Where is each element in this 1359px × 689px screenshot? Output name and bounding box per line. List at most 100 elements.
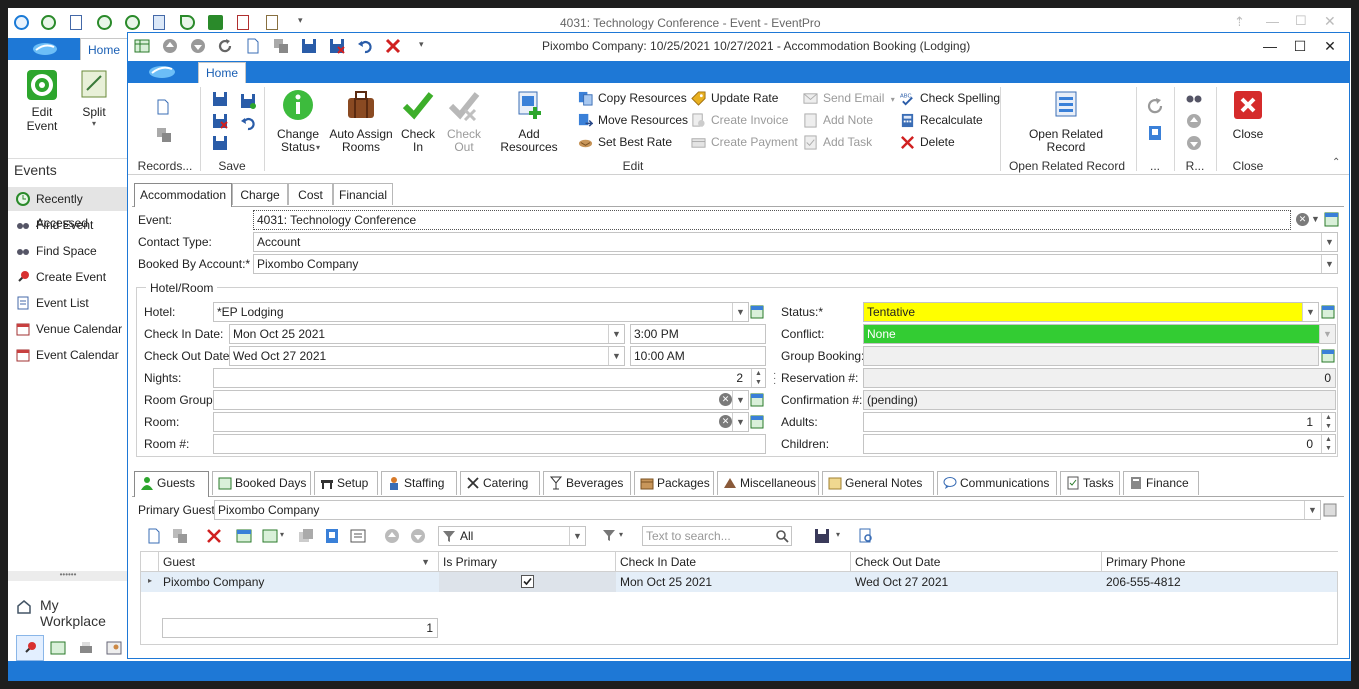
tab-general-notes[interactable]: General Notes bbox=[822, 471, 934, 495]
column-chooser-icon[interactable] bbox=[262, 528, 278, 544]
room-select[interactable]: ✕ ▼ bbox=[213, 412, 749, 432]
nav-item-event-list[interactable]: Event List bbox=[8, 291, 128, 315]
printer-icon[interactable] bbox=[78, 641, 94, 655]
open-record-icon[interactable] bbox=[1324, 212, 1339, 227]
tab-staffing[interactable]: Staffing bbox=[381, 471, 457, 495]
tab-setup[interactable]: Setup bbox=[314, 471, 378, 495]
column-header-check-in-date[interactable]: Check In Date bbox=[616, 552, 851, 572]
room-group-select[interactable]: ✕ ▼ bbox=[213, 390, 749, 410]
clipboard-icon[interactable] bbox=[266, 15, 278, 30]
table-row[interactable]: ▸ Pixombo Company Mon Oct 25 2021 Wed Oc… bbox=[141, 572, 1337, 592]
down-arrow-icon[interactable] bbox=[410, 528, 426, 544]
copy-icon[interactable] bbox=[172, 528, 188, 544]
refresh-icon[interactable] bbox=[180, 15, 195, 30]
document-icon[interactable] bbox=[70, 15, 82, 30]
open-record-icon[interactable] bbox=[750, 415, 764, 429]
column-header-is-primary[interactable]: Is Primary bbox=[439, 552, 616, 572]
layout-icon[interactable] bbox=[298, 528, 314, 544]
app-logo-icon[interactable] bbox=[32, 41, 58, 57]
calendar-icon[interactable] bbox=[237, 15, 249, 30]
tab-miscellaneous[interactable]: Miscellaneous bbox=[717, 471, 819, 495]
column-header-check-out-date[interactable]: Check Out Date bbox=[851, 552, 1102, 572]
column-header-primary-phone[interactable]: Primary Phone bbox=[1102, 552, 1338, 572]
nav-item-venue-calendar[interactable]: Venue Calendar bbox=[8, 317, 128, 341]
tab-guests[interactable]: Guests bbox=[134, 471, 209, 497]
open-record-icon[interactable] bbox=[750, 393, 764, 407]
app-logo-icon[interactable] bbox=[14, 15, 29, 30]
splitter-handle[interactable]: · · · bbox=[773, 369, 776, 389]
reservation-number-field[interactable]: 0 bbox=[863, 368, 1336, 388]
search-input[interactable]: Text to search... bbox=[642, 526, 792, 546]
clear-icon[interactable]: ✕ bbox=[719, 415, 732, 428]
children-field[interactable]: 0 ▲ ▼ bbox=[863, 434, 1336, 454]
checkbox-checked-icon[interactable] bbox=[521, 575, 534, 588]
open-record-icon[interactable] bbox=[750, 305, 764, 319]
nights-field[interactable]: 2 ▲ ▼ bbox=[213, 368, 766, 388]
clock-icon[interactable] bbox=[125, 15, 140, 30]
filter-select[interactable]: All ▼ bbox=[438, 526, 586, 546]
preview-icon[interactable] bbox=[350, 528, 366, 544]
open-record-icon[interactable] bbox=[1321, 305, 1335, 319]
person-card-icon[interactable] bbox=[106, 641, 122, 655]
nights-spinner[interactable]: ▲ ▼ bbox=[751, 369, 765, 387]
tab-packages[interactable]: Packages bbox=[634, 471, 714, 495]
save-dropdown-icon[interactable]: ▾ bbox=[836, 530, 840, 539]
group-booking-field[interactable] bbox=[863, 346, 1319, 366]
workplace-pin-button[interactable] bbox=[16, 635, 44, 661]
filter-icon[interactable] bbox=[602, 528, 618, 544]
check-in-date-field[interactable]: Mon Oct 25 2021 ▼ bbox=[229, 324, 625, 344]
nav-item-create-event[interactable]: Create Event bbox=[8, 265, 128, 289]
clock-icon[interactable] bbox=[97, 15, 112, 30]
new-record-icon[interactable] bbox=[146, 528, 162, 544]
gear-icon[interactable] bbox=[208, 15, 223, 30]
my-workplace-label[interactable]: My Workplace bbox=[40, 597, 128, 629]
conflict-select[interactable]: None ▼ bbox=[863, 324, 1336, 344]
export-icon[interactable] bbox=[324, 528, 340, 544]
quick-access-dropdown-icon[interactable]: ▾ bbox=[298, 15, 303, 26]
clock-icon[interactable] bbox=[41, 15, 56, 30]
nav-item-recently-accessed[interactable]: Recently Accessed bbox=[8, 187, 128, 230]
column-header-guest[interactable]: Guest ▼ bbox=[159, 552, 439, 572]
tab-communications[interactable]: Communications bbox=[937, 471, 1057, 495]
open-record-icon[interactable] bbox=[1323, 503, 1337, 517]
filter-dropdown-icon[interactable]: ▾ bbox=[619, 530, 623, 539]
splitter-grip[interactable]: •••••• bbox=[8, 571, 128, 581]
check-in-time-field[interactable]: 3:00 PM bbox=[630, 324, 766, 344]
column-chooser-dropdown-icon[interactable]: ▾ bbox=[280, 530, 284, 539]
save-icon[interactable] bbox=[814, 528, 830, 544]
adults-field[interactable]: 1 ▲ ▼ bbox=[863, 412, 1336, 432]
contact-type-select[interactable]: Account ▼ bbox=[253, 232, 1338, 252]
booked-by-account-select[interactable]: Pixombo Company ▼ bbox=[253, 254, 1338, 274]
clear-icon[interactable]: ✕ bbox=[1296, 213, 1309, 226]
adults-spinner[interactable]: ▲ ▼ bbox=[1321, 413, 1335, 431]
children-spinner[interactable]: ▲ ▼ bbox=[1321, 435, 1335, 453]
clear-icon[interactable]: ✕ bbox=[719, 393, 732, 406]
confirmation-number-field[interactable]: (pending) bbox=[863, 390, 1336, 410]
edit-event-button[interactable]: Edit Event bbox=[16, 68, 68, 133]
primary-guest-select[interactable]: Pixombo Company ▼ bbox=[214, 500, 1321, 520]
event-field[interactable]: 4031: Technology Conference bbox=[253, 210, 1291, 230]
mail-icon[interactable] bbox=[153, 15, 165, 30]
open-record-icon[interactable] bbox=[1321, 349, 1335, 363]
check-out-date-field[interactable]: Wed Oct 27 2021 ▼ bbox=[229, 346, 625, 366]
split-dropdown-icon[interactable]: ▾ bbox=[74, 119, 114, 128]
minimize-icon[interactable]: — bbox=[1266, 14, 1279, 29]
nav-item-find-space[interactable]: Find Space bbox=[8, 239, 128, 263]
close-icon[interactable]: ✕ bbox=[1324, 13, 1336, 30]
background-home-tab[interactable]: Home bbox=[80, 38, 128, 60]
status-select[interactable]: Tentative ▼ bbox=[863, 302, 1319, 322]
column-dropdown-icon[interactable]: ▼ bbox=[421, 552, 430, 572]
split-button[interactable]: Split ▾ bbox=[74, 68, 114, 128]
grid-icon[interactable] bbox=[50, 641, 66, 655]
maximize-icon[interactable]: ☐ bbox=[1295, 13, 1307, 29]
tab-booked-days[interactable]: Booked Days bbox=[212, 471, 311, 495]
room-number-field[interactable] bbox=[213, 434, 766, 454]
check-out-time-field[interactable]: 10:00 AM bbox=[630, 346, 766, 366]
row-expand-icon[interactable]: ▸ bbox=[148, 576, 152, 585]
tab-beverages[interactable]: Beverages bbox=[543, 471, 631, 495]
nav-item-event-calendar[interactable]: Event Calendar bbox=[8, 343, 128, 367]
tab-accommodation[interactable]: Accommodation bbox=[134, 183, 232, 207]
tab-tasks[interactable]: Tasks bbox=[1060, 471, 1120, 495]
tab-catering[interactable]: Catering bbox=[460, 471, 540, 495]
hotel-select[interactable]: *EP Lodging ▼ bbox=[213, 302, 749, 322]
